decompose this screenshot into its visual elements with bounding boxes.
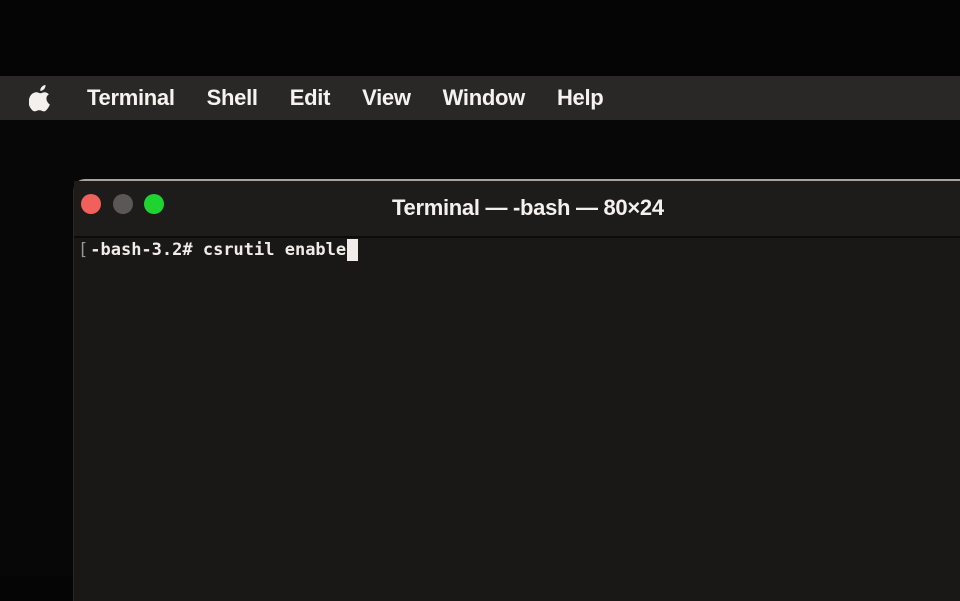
menu-help[interactable]: Help xyxy=(557,85,604,111)
shell-prompt: -bash-3.2# xyxy=(90,240,193,260)
close-button[interactable] xyxy=(81,194,101,214)
menu-shell[interactable]: Shell xyxy=(207,85,258,111)
menu-window[interactable]: Window xyxy=(443,85,526,111)
zoom-button[interactable] xyxy=(144,194,164,214)
terminal-content[interactable]: [ -bash-3.2# csrutil enable xyxy=(74,238,960,601)
window-title: Terminal — -bash — 80×24 xyxy=(392,195,664,220)
window-titlebar[interactable]: Terminal — -bash — 80×24 xyxy=(74,181,960,238)
apple-menu[interactable] xyxy=(26,84,56,112)
terminal-line: [ -bash-3.2# csrutil enable xyxy=(78,239,359,261)
terminal-window: Terminal — -bash — 80×24 [ -bash-3.2# cs… xyxy=(73,179,960,601)
line-marker: [ xyxy=(78,240,89,260)
minimize-button[interactable] xyxy=(113,194,133,214)
menu-terminal[interactable]: Terminal xyxy=(87,85,175,111)
apple-icon xyxy=(29,85,50,112)
command-text: csrutil enable xyxy=(192,240,347,260)
menu-bar: Terminal Shell Edit View Window Help xyxy=(0,76,960,120)
text-cursor xyxy=(347,239,359,261)
menu-view[interactable]: View xyxy=(362,85,411,111)
menu-edit[interactable]: Edit xyxy=(290,85,331,111)
